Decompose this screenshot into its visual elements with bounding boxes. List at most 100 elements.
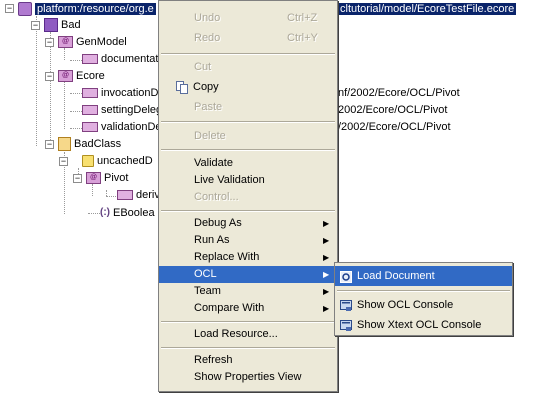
resource-icon	[18, 2, 32, 17]
tree-item-pivot[interactable]: @ Pivot	[86, 170, 128, 186]
tree-connector	[106, 196, 116, 197]
submenu-arrow-icon: ▶	[323, 253, 330, 262]
menu-item-ocl[interactable]: OCL ▶	[159, 266, 337, 283]
submenu-arrow-icon: ▶	[323, 304, 330, 313]
menu-item-label: Compare With	[194, 302, 265, 314]
invocation-delegate-value: nf/2002/Ecore/OCL/Pivot	[338, 87, 460, 99]
submenu-item-label: Show Xtext OCL Console	[357, 319, 482, 331]
console-icon	[340, 319, 352, 331]
tree-item-eboolean[interactable]: (:) EBoolea	[100, 205, 155, 221]
annotation-icon: @	[58, 70, 73, 83]
tree-item-validation-delegate[interactable]: validationDe	[82, 119, 162, 135]
setting-delegate-value: 2002/Ecore/OCL/Pivot	[338, 104, 448, 116]
collapse-toggle[interactable]: −	[45, 72, 54, 81]
tree-connector	[70, 128, 82, 129]
tree-item-bad[interactable]: Bad	[44, 17, 81, 33]
menu-separator	[161, 121, 335, 123]
tree-item-label: Bad	[61, 19, 81, 31]
submenu-item-show-xtext-console[interactable]: Show Xtext OCL Console	[335, 315, 512, 335]
menu-item-label: Control...	[194, 191, 239, 203]
detail-entry-icon	[82, 54, 98, 65]
menu-separator	[161, 321, 335, 323]
submenu-arrow-icon: ▶	[323, 219, 330, 228]
menu-item-label: Paste	[194, 101, 223, 113]
menu-separator	[161, 347, 335, 349]
tree-connector	[70, 60, 82, 61]
menu-item-label: OCL	[194, 268, 217, 280]
menu-item-run-as[interactable]: Run As ▶	[159, 232, 337, 249]
tree-item-uncached[interactable]: uncachedD	[82, 153, 153, 169]
tree-root-resource[interactable]: platform:/resource/org.e	[18, 1, 156, 17]
submenu-arrow-icon: ▶	[323, 287, 330, 296]
menu-item-load-resource[interactable]: Load Resource...	[159, 326, 337, 343]
annotation-icon: @	[86, 172, 101, 185]
tree-connector	[70, 93, 82, 94]
tree-item-label: EBoolea	[113, 207, 155, 219]
menu-item-label: Refresh	[194, 354, 233, 366]
menu-item-label: Copy	[193, 81, 219, 93]
menu-item-label: Undo	[194, 12, 221, 24]
menu-item-label: Replace With	[194, 251, 260, 263]
detail-entry-icon	[117, 190, 133, 201]
menu-item-paste[interactable]: Paste	[159, 99, 337, 116]
menu-item-refresh[interactable]: Refresh	[159, 352, 337, 369]
collapse-toggle[interactable]: −	[45, 38, 54, 47]
menu-item-accelerator: Ctrl+Y	[287, 32, 318, 44]
menu-item-label: Cut	[194, 61, 212, 73]
menu-item-redo[interactable]: Redo Ctrl+Y	[159, 30, 337, 47]
menu-item-cut[interactable]: Cut	[159, 59, 337, 76]
submenu-item-show-ocl-console[interactable]: Show OCL Console	[335, 295, 512, 315]
menu-item-show-properties[interactable]: Show Properties View	[159, 369, 337, 386]
menu-item-copy[interactable]: Copy	[159, 79, 337, 96]
collapse-toggle[interactable]: −	[5, 4, 14, 13]
annotation-icon: @	[58, 36, 73, 49]
submenu-item-load-document[interactable]: Load Document	[335, 266, 512, 286]
tree-item-badclass[interactable]: BadClass	[58, 136, 121, 152]
root-path-prefix: platform:/resource/org.e	[35, 3, 156, 15]
menu-separator	[161, 149, 335, 151]
tree-item-setting-delegate[interactable]: settingDeleg	[82, 102, 162, 118]
menu-item-validate[interactable]: Validate	[159, 155, 337, 172]
tree-item-documentation[interactable]: documentat	[82, 51, 158, 67]
tree-item-invocation-delegate[interactable]: invocationD	[82, 85, 158, 101]
collapse-toggle[interactable]: −	[31, 21, 40, 30]
root-path-suffix: cltutorial/model/EcoreTestFile.ecore	[338, 3, 517, 15]
menu-item-label: Redo	[194, 32, 221, 44]
tree-item-label: Pivot	[104, 172, 129, 184]
tree-item-derivation[interactable]: deriv	[117, 187, 160, 203]
menu-item-label: Run As	[194, 234, 230, 246]
tree-connector	[70, 111, 82, 112]
tree-item-label: validationDe	[101, 121, 162, 133]
menu-item-label: Debug As	[194, 217, 242, 229]
menu-item-label: Show Properties View	[194, 371, 302, 383]
menu-item-control[interactable]: Control...	[159, 189, 337, 206]
tree-item-label: GenModel	[76, 36, 127, 48]
menu-item-team[interactable]: Team ▶	[159, 283, 337, 300]
menu-item-replace-with[interactable]: Replace With ▶	[159, 249, 337, 266]
menu-item-undo[interactable]: Undo Ctrl+Z	[159, 10, 337, 27]
load-document-icon	[340, 270, 352, 283]
console-icon	[340, 299, 352, 311]
tree-item-label: invocationD	[101, 87, 159, 99]
copy-icon	[176, 81, 188, 94]
tree-connector	[64, 82, 65, 129]
submenu-item-label: Load Document	[357, 270, 435, 282]
menu-item-label: Load Resource...	[194, 328, 278, 340]
root-path-suffix-row[interactable]: cltutorial/model/EcoreTestFile.ecore	[338, 1, 517, 17]
tree-item-label: deriv	[136, 189, 160, 201]
tree-item-ecore[interactable]: @ Ecore	[58, 68, 105, 84]
collapse-toggle[interactable]: −	[59, 157, 68, 166]
tree-connector	[50, 32, 51, 146]
menu-item-delete[interactable]: Delete	[159, 128, 337, 145]
menu-item-compare-with[interactable]: Compare With ▶	[159, 300, 337, 317]
package-icon	[44, 18, 58, 33]
menu-separator	[161, 210, 335, 212]
collapse-toggle[interactable]: −	[73, 174, 82, 183]
menu-item-live-validation[interactable]: Live Validation	[159, 172, 337, 189]
type-icon: (:)	[100, 207, 110, 219]
collapse-toggle[interactable]: −	[45, 140, 54, 149]
tree-connector	[88, 213, 100, 214]
tree-item-label: Ecore	[76, 70, 105, 82]
menu-item-debug-as[interactable]: Debug As ▶	[159, 215, 337, 232]
tree-item-genmodel[interactable]: @ GenModel	[58, 34, 127, 50]
